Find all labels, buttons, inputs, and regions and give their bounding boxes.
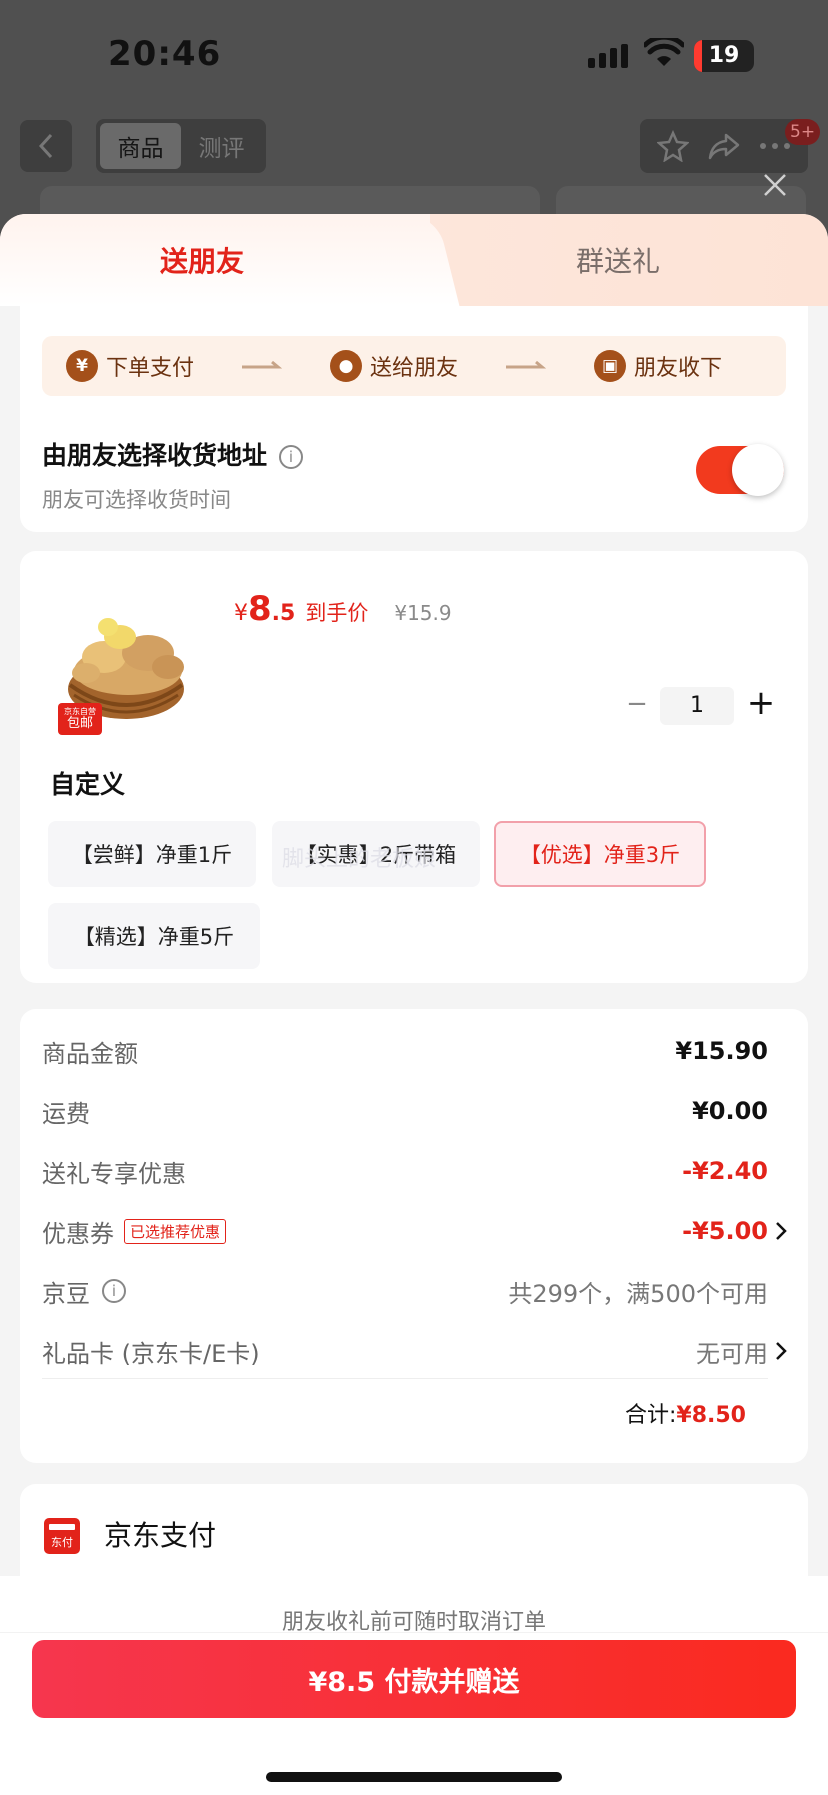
message-badge: 5+ xyxy=(785,119,821,145)
final-price: ¥ 8 .5 到手价 ¥15.9 xyxy=(234,589,452,629)
price-label: 到手价 xyxy=(305,601,369,625)
tab-group-gift[interactable]: 群送礼 xyxy=(576,240,660,280)
gift-card-label: 礼品卡 (京东卡/E卡) xyxy=(42,1339,260,1368)
address-title: 由朋友选择收货地址 i xyxy=(42,436,304,472)
payment-method-name: 京东支付 xyxy=(104,1519,217,1552)
chevron-right-icon[interactable] xyxy=(770,1331,792,1371)
share-icon[interactable] xyxy=(708,130,740,162)
battery-icon: 19 xyxy=(694,40,754,72)
flow-step-pay-label: 下单支付 xyxy=(106,356,195,381)
gift-sheet: 送朋友 群送礼 ¥ 下单支付 ● 送给朋友 ▣ 朋友收下 由朋友选择收货地址 i … xyxy=(0,214,828,1795)
friend-address-toggle[interactable] xyxy=(696,444,784,496)
jd-free-shipping-tag: 京东自营 包邮 xyxy=(58,703,102,735)
gift-tabs: 送朋友 群送礼 xyxy=(0,214,828,306)
divider xyxy=(42,1378,768,1379)
goods-amount-row: 商品金额 ¥15.90 xyxy=(42,1031,768,1071)
jd-beans-value: 共299个，满500个可用 xyxy=(508,1279,768,1308)
flow-step-send: ● 送给朋友 xyxy=(330,350,458,382)
address-subtitle: 朋友可选择收货时间 xyxy=(42,488,231,512)
arrow-right-icon xyxy=(242,360,283,369)
wifi-icon xyxy=(644,38,684,66)
tab-send-friend[interactable]: 送朋友 xyxy=(160,240,244,280)
shipping-value: ¥0.00 xyxy=(692,1097,768,1125)
bottom-bar: 朋友收礼前可随时取消订单 ¥8.5 付款并赠送 xyxy=(0,1576,828,1795)
tag-bottom-text: 包邮 xyxy=(66,716,93,731)
goods-amount-value: ¥15.90 xyxy=(675,1037,768,1065)
flow-step-pay: ¥ 下单支付 xyxy=(66,350,194,382)
back-button[interactable] xyxy=(20,120,72,172)
info-icon[interactable]: i xyxy=(279,445,304,469)
arrow-right-icon xyxy=(506,360,547,369)
total-value: ¥8.50 xyxy=(676,1403,746,1428)
gift-discount-row: 送礼专享优惠 -¥2.40 xyxy=(42,1151,768,1191)
divider xyxy=(0,1632,828,1633)
quantity-input[interactable]: 1 xyxy=(660,687,734,725)
chevron-right-icon[interactable] xyxy=(770,1211,792,1251)
home-indicator[interactable] xyxy=(266,1772,562,1782)
star-icon[interactable] xyxy=(657,130,690,162)
total-amount: 合计:¥8.50 xyxy=(625,1397,746,1429)
gift-discount-value: -¥2.40 xyxy=(682,1157,768,1185)
spec-option[interactable]: 【尝鲜】净重1斤 xyxy=(48,821,256,887)
gift-card-value: 无可用 xyxy=(696,1339,768,1368)
jd-beans-label: 京豆 i xyxy=(42,1274,126,1309)
flow-step-send-label: 送给朋友 xyxy=(370,356,459,381)
price-currency: ¥ xyxy=(234,601,248,626)
gift-flow: ¥ 下单支付 ● 送给朋友 ▣ 朋友收下 xyxy=(42,336,786,396)
original-price: ¥15.9 xyxy=(394,601,452,625)
shipping-label: 运费 xyxy=(42,1099,90,1128)
product-card: 京东自营 包邮 ¥ 8 .5 到手价 ¥15.9 − 1 + 自定义 【尝鲜】净… xyxy=(20,551,808,983)
coupon-value: -¥5.00 xyxy=(682,1217,768,1245)
spec-option[interactable]: 【实惠】2斤带箱 xyxy=(272,821,480,887)
spec-title: 自定义 xyxy=(50,770,126,799)
price-breakdown-card: 商品金额 ¥15.90 运费 ¥0.00 送礼专享优惠 -¥2.40 优惠券 已… xyxy=(20,1009,808,1463)
background-page: 20:46 19 商品 测评 5+ xyxy=(0,0,828,230)
status-time: 20:46 xyxy=(108,34,222,74)
total-label: 合计: xyxy=(624,1403,677,1428)
price-integer: 8 xyxy=(248,589,272,629)
gift-discount-label: 送礼专享优惠 xyxy=(42,1159,186,1188)
price-decimal: .5 xyxy=(271,601,296,626)
quantity-minus-button[interactable]: − xyxy=(624,689,650,719)
tab-product[interactable]: 商品 xyxy=(100,123,181,169)
coupon-label-text: 优惠券 xyxy=(42,1219,114,1248)
yen-icon: ¥ xyxy=(66,350,98,382)
product-review-switch: 商品 测评 xyxy=(96,119,266,173)
gift-icon: ▣ xyxy=(594,350,627,382)
address-title-text: 由朋友选择收货地址 xyxy=(42,441,268,470)
spec-option-selected[interactable]: 【优选】净重3斤 xyxy=(494,821,706,887)
chevron-left-icon xyxy=(38,133,53,159)
more-icon[interactable] xyxy=(759,141,791,151)
coupon-label: 优惠券 已选推荐优惠 xyxy=(42,1214,227,1249)
spec-option[interactable]: 【精选】净重5斤 xyxy=(48,903,260,969)
goods-amount-label: 商品金额 xyxy=(42,1039,138,1068)
tag-top-text: 京东自营 xyxy=(64,707,96,716)
info-icon[interactable]: i xyxy=(102,1279,126,1303)
pay-and-gift-button[interactable]: ¥8.5 付款并赠送 xyxy=(32,1640,796,1718)
toggle-knob xyxy=(732,444,784,496)
gift-card-row[interactable]: 礼品卡 (京东卡/E卡) 无可用 xyxy=(42,1331,768,1371)
signal-icon xyxy=(588,44,630,68)
nav-actions xyxy=(640,119,808,173)
close-icon[interactable] xyxy=(760,170,790,200)
flow-step-receive: ▣ 朋友收下 xyxy=(594,350,722,382)
chat-icon: ● xyxy=(330,350,363,382)
coupon-row[interactable]: 优惠券 已选推荐优惠 -¥5.00 xyxy=(42,1211,768,1251)
shipping-row: 运费 ¥0.00 xyxy=(42,1091,768,1131)
jd-beans-label-text: 京豆 xyxy=(42,1279,90,1308)
jd-pay-icon: 东付 xyxy=(44,1518,80,1554)
flow-step-receive-label: 朋友收下 xyxy=(634,356,723,381)
gift-flow-card: ¥ 下单支付 ● 送给朋友 ▣ 朋友收下 由朋友选择收货地址 i 朋友可选择收货时… xyxy=(20,306,808,532)
tab-review[interactable]: 测评 xyxy=(181,123,262,169)
jd-beans-row: 京豆 i 共299个，满500个可用 xyxy=(42,1271,768,1311)
quantity-plus-button[interactable]: + xyxy=(744,683,778,723)
coupon-recommended-badge: 已选推荐优惠 xyxy=(124,1218,227,1244)
